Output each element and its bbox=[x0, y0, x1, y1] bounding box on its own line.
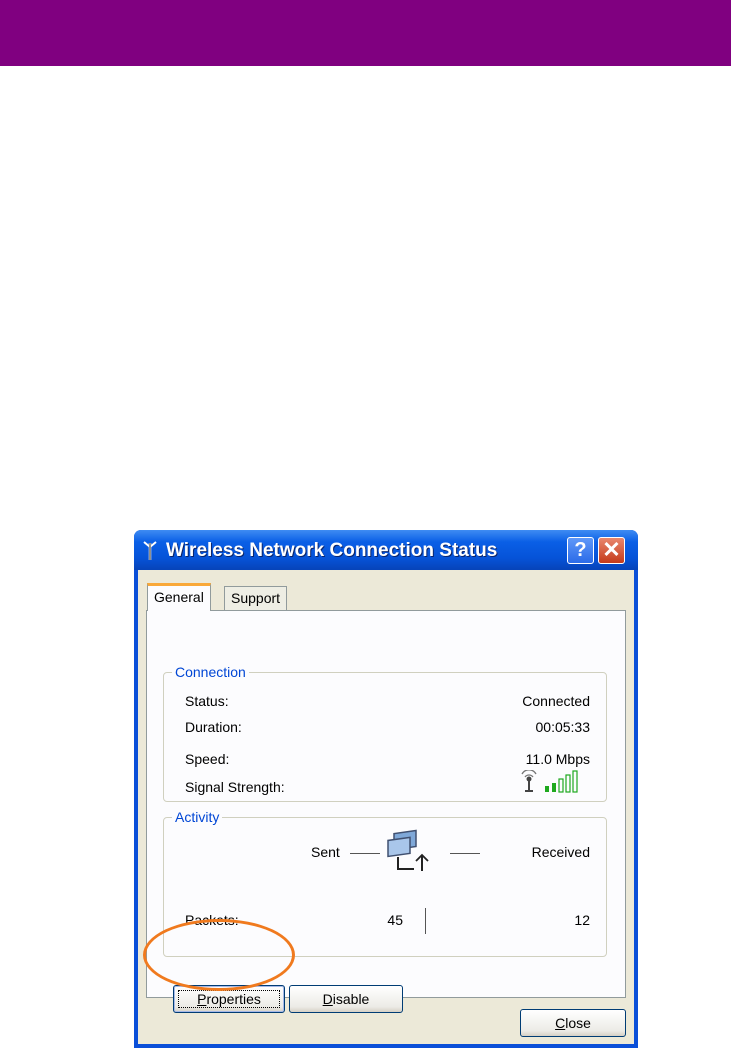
status-label: Status: bbox=[185, 693, 229, 709]
close-label: lose bbox=[565, 1015, 591, 1031]
tab-support[interactable]: Support bbox=[224, 586, 288, 610]
properties-highlight-annotation bbox=[143, 919, 295, 991]
antenna-icon bbox=[143, 541, 157, 560]
network-activity-icon bbox=[387, 829, 429, 871]
title-bar[interactable]: Wireless Network Connection Status ? ✕ bbox=[134, 530, 638, 570]
close-window-button[interactable]: ✕ bbox=[598, 537, 625, 564]
signal-strength-label: Signal Strength: bbox=[185, 779, 285, 795]
signal-bar-4 bbox=[565, 774, 571, 793]
top-banner bbox=[0, 0, 731, 66]
signal-bar-1 bbox=[545, 786, 549, 792]
focus-rect bbox=[178, 990, 280, 1008]
signal-bar-2 bbox=[552, 783, 556, 792]
connection-group: Connection Status: Connected Duration: 0… bbox=[163, 663, 607, 802]
close-button[interactable]: Close bbox=[520, 1009, 626, 1037]
activity-legend: Activity bbox=[172, 808, 223, 826]
signal-strength-icon bbox=[521, 770, 578, 793]
signal-bar-5 bbox=[572, 770, 578, 793]
received-label: Received bbox=[531, 844, 590, 860]
disable-label: isable bbox=[332, 991, 370, 1007]
help-button[interactable]: ? bbox=[567, 537, 594, 564]
disable-button[interactable]: Disable bbox=[289, 985, 403, 1013]
packets-received-value: 12 bbox=[574, 912, 590, 928]
signal-bar-3 bbox=[558, 778, 564, 793]
packets-divider bbox=[425, 908, 426, 934]
received-line bbox=[450, 853, 480, 854]
speed-value: 11.0 Mbps bbox=[525, 751, 590, 767]
status-value: Connected bbox=[522, 693, 590, 709]
packets-sent-value: 45 bbox=[387, 912, 403, 928]
duration-value: 00:05:33 bbox=[535, 719, 591, 735]
tab-general[interactable]: General bbox=[147, 583, 211, 611]
disable-accesskey: D bbox=[322, 991, 333, 1007]
duration-label: Duration: bbox=[185, 719, 242, 735]
speed-label: Speed: bbox=[185, 751, 230, 767]
sent-label: Sent bbox=[311, 844, 340, 860]
dialog-title: Wireless Network Connection Status bbox=[166, 540, 498, 561]
connection-legend: Connection bbox=[172, 663, 249, 681]
sent-line bbox=[350, 853, 380, 854]
close-accesskey: C bbox=[555, 1015, 566, 1031]
